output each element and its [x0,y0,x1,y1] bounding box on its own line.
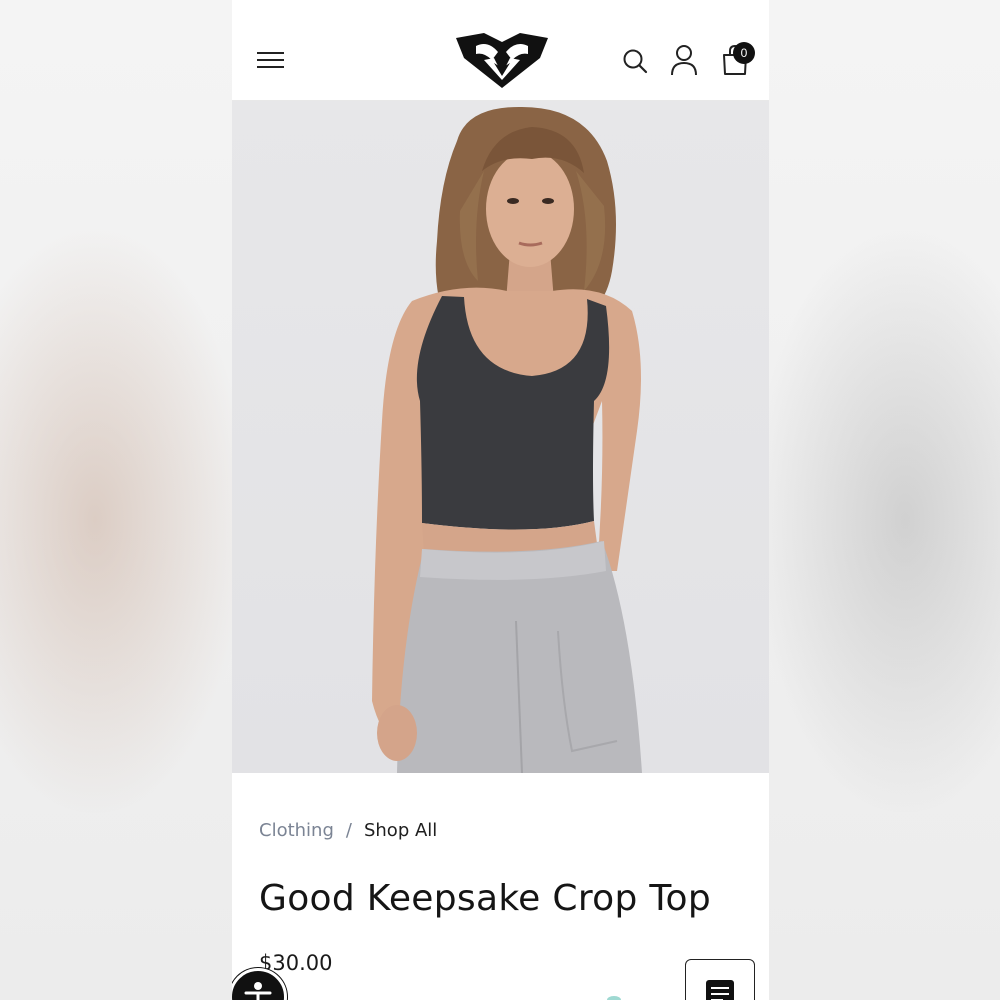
roxy-heart-logo[interactable] [454,30,550,90]
teal-indicator-dot [607,996,621,1000]
chat-button[interactable] [685,959,755,1000]
site-header: 0 [232,0,769,101]
search-icon[interactable] [622,48,648,74]
chat-list-icon [706,980,734,1000]
user-icon[interactable] [670,44,698,76]
breadcrumb-clothing-link[interactable]: Clothing [259,820,334,841]
product-photo-model-crop-top [372,106,642,773]
product-title: Good Keepsake Crop Top [259,878,711,919]
product-photo[interactable] [232,101,769,773]
breadcrumb-separator: / [345,820,352,841]
accessibility-button[interactable] [232,968,287,1000]
mobile-screen: 0 Clothing / Shop All Good Keepsake Crop… [232,0,769,1000]
accessibility-icon [244,982,272,1000]
breadcrumb: Clothing / Shop All [259,820,437,841]
breadcrumb-shop-all[interactable]: Shop All [364,820,437,841]
hamburger-menu-icon[interactable] [257,49,285,71]
cart-count-badge[interactable]: 0 [733,42,755,64]
